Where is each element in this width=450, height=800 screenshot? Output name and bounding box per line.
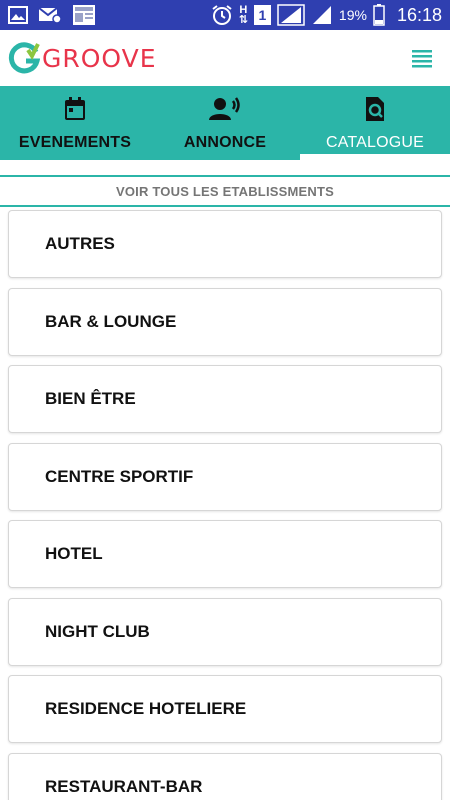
- tab-annonce[interactable]: ANNONCE: [150, 86, 300, 160]
- tab-label: EVENEMENTS: [18, 134, 132, 151]
- app-header: GROOVE: [0, 30, 450, 86]
- category-item-bien-etre[interactable]: BIEN ÊTRE: [8, 365, 442, 433]
- category-item-autres[interactable]: AUTRES: [8, 210, 442, 278]
- catalogue-search-icon: [364, 94, 386, 124]
- menu-button[interactable]: [402, 40, 442, 76]
- battery-icon: [373, 4, 385, 26]
- category-label: BIEN ÊTRE: [45, 389, 136, 408]
- sim-icon: 1: [253, 5, 271, 25]
- sim-slot: 1: [253, 5, 271, 25]
- tab-label: CATALOGUE: [325, 134, 425, 151]
- status-bar: H ⇅ 1 19% 16:18: [0, 0, 450, 30]
- menu-icon: [412, 50, 432, 68]
- signal-icon: [277, 4, 305, 26]
- tab-bar: EVENEMENTS ANNONCE CATALOGUE: [0, 86, 450, 160]
- battery-percent: 19%: [338, 7, 367, 23]
- app-logo[interactable]: GROOVE: [8, 42, 157, 74]
- calendar-icon: [63, 94, 87, 124]
- category-label: AUTRES: [45, 234, 115, 253]
- see-all-establishments-link[interactable]: VOIR TOUS LES ETABLISSMENTS: [0, 175, 450, 207]
- category-item-hotel[interactable]: HOTEL: [8, 520, 442, 588]
- status-right-icons: H ⇅ 1 19% 16:18: [211, 4, 442, 26]
- category-label: RESIDENCE HOTELIERE: [45, 699, 247, 718]
- category-item-residence-hoteliere[interactable]: RESIDENCE HOTELIERE: [8, 675, 442, 743]
- image-icon: [8, 6, 28, 24]
- clock: 16:18: [396, 4, 442, 25]
- category-label: NIGHT CLUB: [45, 621, 150, 641]
- data-arrows: ⇅: [238, 14, 248, 26]
- category-label: RESTAURANT-BAR: [45, 776, 203, 796]
- tab-label: ANNONCE: [183, 134, 267, 151]
- network-type-icon: H ⇅: [238, 5, 248, 26]
- alarm-icon: [211, 4, 233, 26]
- logo-mark-icon: [8, 42, 40, 74]
- category-item-centre-sportif[interactable]: CENTRE SPORTIF: [8, 442, 442, 511]
- status-left-icons: [8, 4, 96, 26]
- news-icon: [72, 4, 96, 26]
- tab-evenements[interactable]: EVENEMENTS: [0, 86, 150, 160]
- signal-icon: [311, 5, 333, 25]
- category-item-bar-lounge[interactable]: BAR & LOUNGE: [8, 287, 442, 356]
- category-item-restaurant-bar[interactable]: RESTAURANT-BAR: [8, 752, 442, 800]
- section-title: VOIR TOUS LES ETABLISSMENTS: [116, 183, 334, 199]
- active-tab-indicator: [300, 154, 450, 160]
- mail-icon: [38, 6, 62, 24]
- tab-catalogue[interactable]: CATALOGUE: [300, 86, 450, 160]
- category-item-night-club[interactable]: NIGHT CLUB: [8, 597, 442, 666]
- category-list: AUTRES BAR & LOUNGE BIEN ÊTRE CENTRE SPO…: [8, 210, 442, 800]
- category-label: HOTEL: [45, 544, 103, 563]
- announce-icon: [209, 94, 241, 124]
- category-label: CENTRE SPORTIF: [45, 466, 194, 486]
- logo-text: GROOVE: [42, 43, 157, 73]
- category-label: BAR & LOUNGE: [45, 311, 177, 331]
